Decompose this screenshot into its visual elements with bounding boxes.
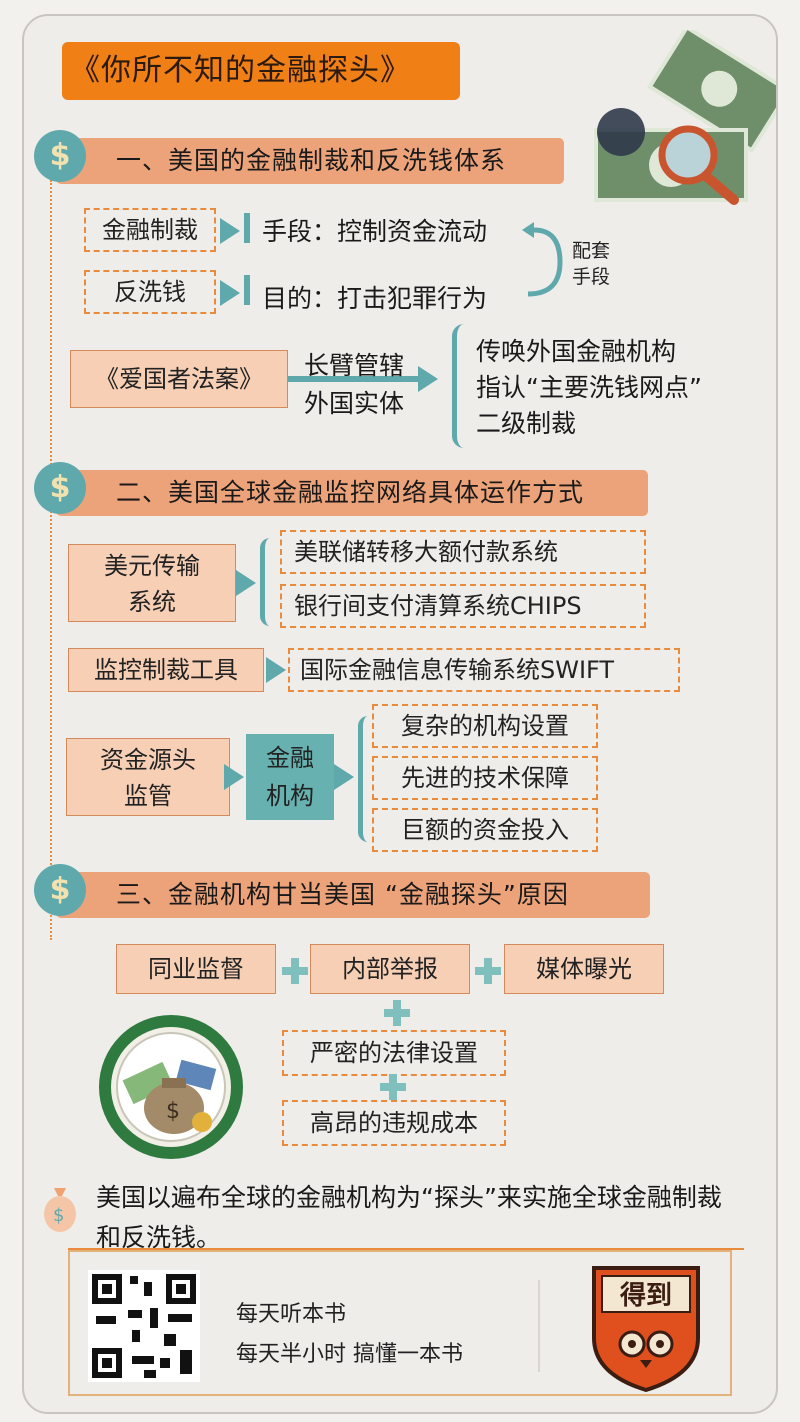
plus-icon	[384, 1000, 410, 1026]
dollar-coin-icon: $	[34, 462, 86, 514]
arrow-right-icon	[236, 570, 256, 596]
loop-label: 配套 手段	[572, 240, 611, 288]
long-arm-text: 长臂管辖	[304, 351, 405, 380]
box-usd-transfer-system: 美元传输 系统	[68, 544, 236, 622]
item-chips: 银行间支付清算系统CHIPS	[280, 584, 646, 628]
plus-icon	[380, 1074, 406, 1100]
section-2-heading: 二、美国全球金融监控网络具体运作方式	[56, 470, 648, 516]
arrow-right-icon	[220, 280, 240, 306]
dedao-logo: 得到	[592, 1266, 700, 1393]
arrow-right-icon	[220, 218, 240, 244]
arrow-right-icon	[266, 657, 286, 683]
item-fedwire: 美联储转移大额付款系统	[280, 530, 646, 574]
reason-strict-law: 严密的法律设置	[282, 1030, 506, 1076]
svg-text:得到: 得到	[619, 1281, 672, 1311]
foreign-entity-text: 外国实体	[304, 389, 405, 418]
arrow-right-icon	[224, 764, 244, 790]
result-summon: 传唤外国金融机构	[476, 337, 677, 366]
bracket	[452, 324, 464, 448]
money-bag-badge-icon: $	[99, 1015, 243, 1159]
qr-code-icon	[88, 1270, 200, 1382]
plus-icon	[475, 958, 501, 984]
bracket	[260, 538, 270, 626]
means-text: 手段：控制资金流动	[262, 217, 488, 246]
plus-icon	[282, 958, 308, 984]
divider-bar	[244, 275, 250, 305]
box-financial-sanction: 金融制裁	[84, 208, 216, 252]
box-financial-institution: 金融 机构	[246, 734, 334, 820]
money-bag-icon: $	[44, 1188, 76, 1232]
svg-text:$: $	[53, 1205, 64, 1226]
dollar-coin-icon: $	[34, 130, 86, 182]
footer-line-2: 每天半小时 搞懂一本书	[236, 1342, 463, 1367]
dollar-coin-icon: $	[34, 864, 86, 916]
box-patriot-act: 《爱国者法案》	[70, 350, 288, 408]
footer-line-1: 每天听本书	[236, 1302, 347, 1327]
summary-text: 美国以遍布全球的金融机构为“探头”来实施全球金融制裁和反洗钱。	[96, 1183, 722, 1252]
purpose-text: 目的：打击犯罪行为	[262, 284, 488, 313]
reason-high-cost: 高昂的违规成本	[282, 1100, 506, 1146]
box-monitor-tool: 监控制裁工具	[68, 648, 264, 692]
reason-internal-report: 内部举报	[310, 944, 470, 994]
reason-peer-supervision: 同业监督	[116, 944, 276, 994]
box-fund-source: 资金源头 监管	[66, 738, 230, 816]
item-tech-support: 先进的技术保障	[372, 756, 598, 800]
arrow-right-icon	[334, 764, 354, 790]
section-3-heading: 三、金融机构甘当美国 “金融探头”原因	[56, 872, 650, 918]
bracket	[358, 716, 368, 842]
result-secondary-sanction: 二级制裁	[476, 409, 577, 438]
timeline-dotted-line	[50, 180, 52, 940]
loop-arrow-icon	[522, 222, 563, 297]
svg-text:$: $	[166, 1099, 180, 1124]
result-identify: 指认“主要洗钱网点”	[476, 373, 702, 402]
section-1-heading: 一、美国的金融制裁和反洗钱体系	[56, 138, 564, 184]
arrow-right-icon	[418, 366, 438, 392]
item-swift: 国际金融信息传输系统SWIFT	[288, 648, 680, 692]
divider-bar	[244, 213, 250, 243]
box-anti-money-laundering: 反洗钱	[84, 270, 216, 314]
item-complex-setup: 复杂的机构设置	[372, 704, 598, 748]
page-title: 《你所不知的金融探头》	[62, 42, 460, 100]
money-magnifier-icon: $	[594, 30, 776, 205]
reason-media-exposure: 媒体曝光	[504, 944, 664, 994]
footer-divider	[538, 1280, 540, 1372]
item-huge-investment: 巨额的资金投入	[372, 808, 598, 852]
